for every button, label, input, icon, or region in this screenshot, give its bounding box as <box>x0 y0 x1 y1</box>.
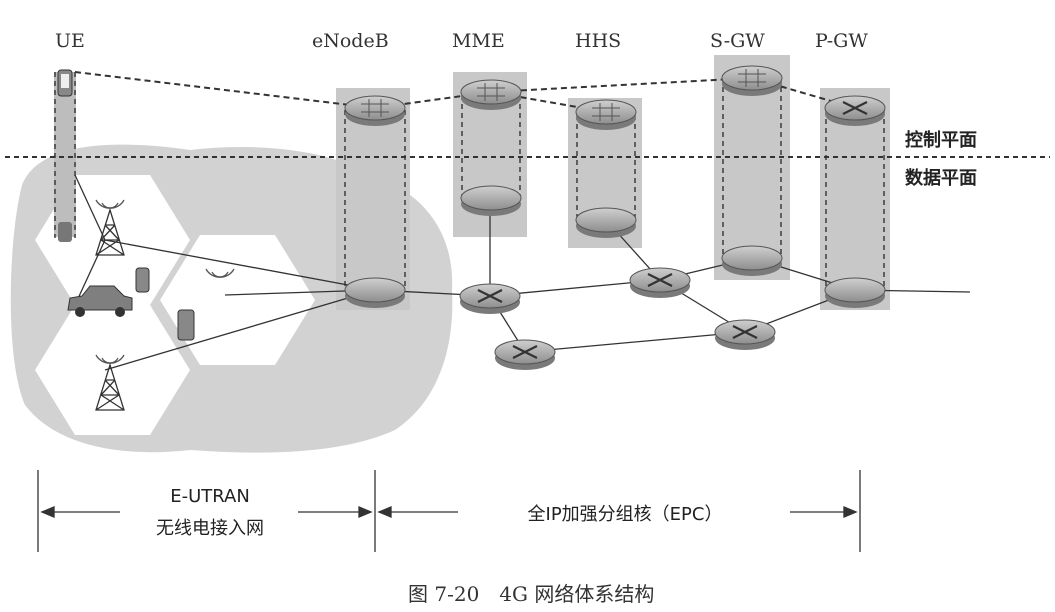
switch-core-4 <box>714 319 776 350</box>
switch-core-1 <box>459 283 521 314</box>
router-pgw-data <box>824 277 886 308</box>
router-enodeb-control <box>344 95 406 126</box>
sgw-label: S-GW <box>710 30 765 52</box>
router-mme-control <box>460 79 522 110</box>
router-sgw-control <box>721 65 783 96</box>
switch-pgw-control <box>824 95 886 126</box>
control-plane-label: 控制平面 <box>905 130 977 151</box>
phone-icon <box>57 69 73 97</box>
router-mme-data <box>460 185 522 216</box>
switch-core-2 <box>629 267 691 298</box>
ue-column <box>54 72 76 237</box>
mme-label: MME <box>452 30 505 52</box>
router-hhs-control <box>575 99 637 130</box>
router-hhs-data <box>575 207 637 238</box>
figure-caption: 图 7-20 4G 网络体系结构 <box>408 582 655 606</box>
ue-label: UE <box>55 30 85 52</box>
router-sgw-data <box>721 245 783 276</box>
hhs-label: HHS <box>575 30 622 52</box>
phone-icon <box>177 309 195 341</box>
eutran-sublabel: 无线电接入网 <box>156 518 264 539</box>
epc-label: 全IP加强分组核（EPC） <box>527 504 723 525</box>
phone-icon <box>135 267 150 293</box>
pgw-label: P-GW <box>815 30 868 52</box>
switch-core-3 <box>494 339 556 370</box>
enodeb-label: eNodeB <box>312 30 389 52</box>
eutran-label: E-UTRAN <box>170 486 250 507</box>
data-plane-label: 数据平面 <box>905 168 977 189</box>
phone-icon <box>58 222 72 242</box>
router-enodeb-data <box>344 277 406 308</box>
